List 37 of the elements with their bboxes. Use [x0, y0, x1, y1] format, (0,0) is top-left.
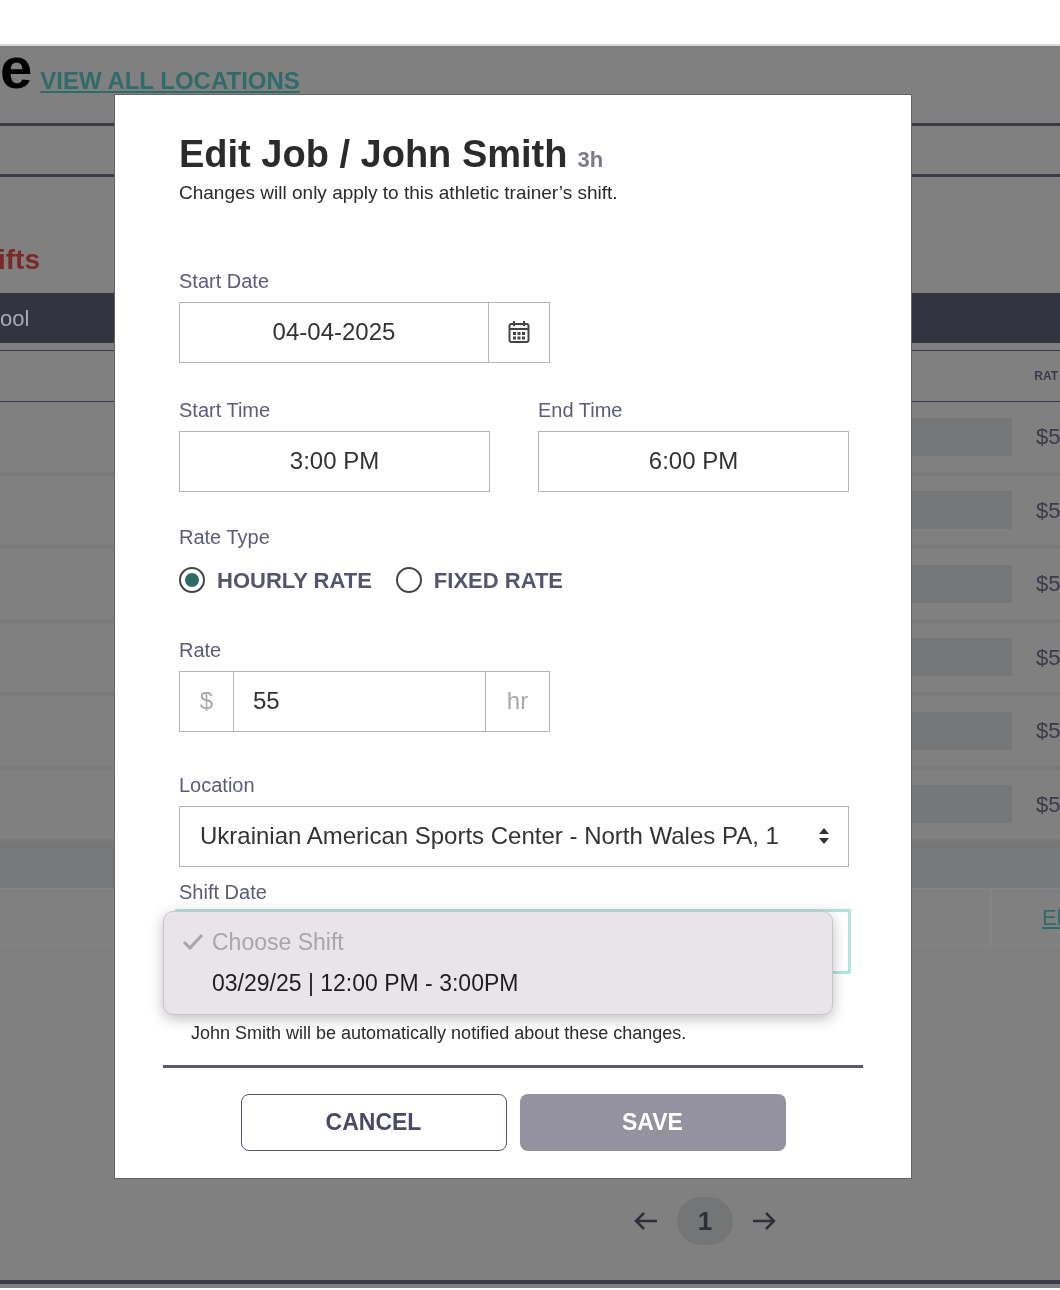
field-label: Shift Date: [179, 879, 268, 905]
dialog-title: Edit Job / John Smith: [179, 132, 568, 177]
radio-button[interactable]: [395, 567, 422, 593]
page-heading: e: [0, 43, 33, 93]
rate-field[interactable]: $ 55 hr: [179, 670, 550, 732]
location-select[interactable]: Ukrainian American Sports Center - North Wales PA, 1: [179, 805, 849, 867]
date-field[interactable]: 04-04-2025: [179, 301, 550, 363]
radio-button[interactable]: [179, 567, 205, 593]
time-field[interactable]: 3:00 PM: [179, 430, 490, 492]
rate-value: $5: [1036, 423, 1060, 452]
field-label: Rate: [179, 637, 223, 663]
checkmark-icon: [182, 933, 204, 952]
field-label: End Time: [538, 397, 624, 423]
field-label: Rate Type: [179, 524, 271, 550]
notification-note: John Smith will be automatically notified about these changes.: [191, 1021, 688, 1045]
previous-page-icon[interactable]: [633, 1211, 659, 1231]
cancel-button[interactable]: CANCEL: [240, 1093, 507, 1151]
next-page-icon[interactable]: [751, 1211, 777, 1231]
rate-value: $5: [1036, 643, 1060, 672]
time-field[interactable]: 6:00 PM: [538, 430, 849, 492]
field-label: Location: [179, 772, 256, 798]
sort-arrows-icon: [818, 827, 830, 845]
field-label: Start Time: [179, 397, 272, 423]
duration-label: 3h: [577, 146, 604, 174]
rate-value: $5: [1036, 496, 1060, 525]
rate-value: $5: [1036, 790, 1060, 819]
shift-option[interactable]: 03/29/25 | 12:00 PM - 3:00PM: [164, 965, 832, 1000]
rate-value: $5: [1036, 570, 1060, 599]
field-label: Start Date: [179, 268, 271, 294]
section-heading: ifts: [0, 243, 40, 277]
dialog-subtitle: Changes will only apply to this athletic trainer’s shift.: [179, 181, 619, 205]
rate-type-option[interactable]: HOURLY RATE: [179, 563, 372, 597]
calendar-icon[interactable]: [508, 320, 530, 344]
column-header: RAT: [1034, 368, 1058, 385]
school-name: ool: [0, 304, 30, 333]
rate-type-option[interactable]: FIXED RATE: [395, 563, 563, 597]
rate-value: $5: [1036, 717, 1060, 746]
